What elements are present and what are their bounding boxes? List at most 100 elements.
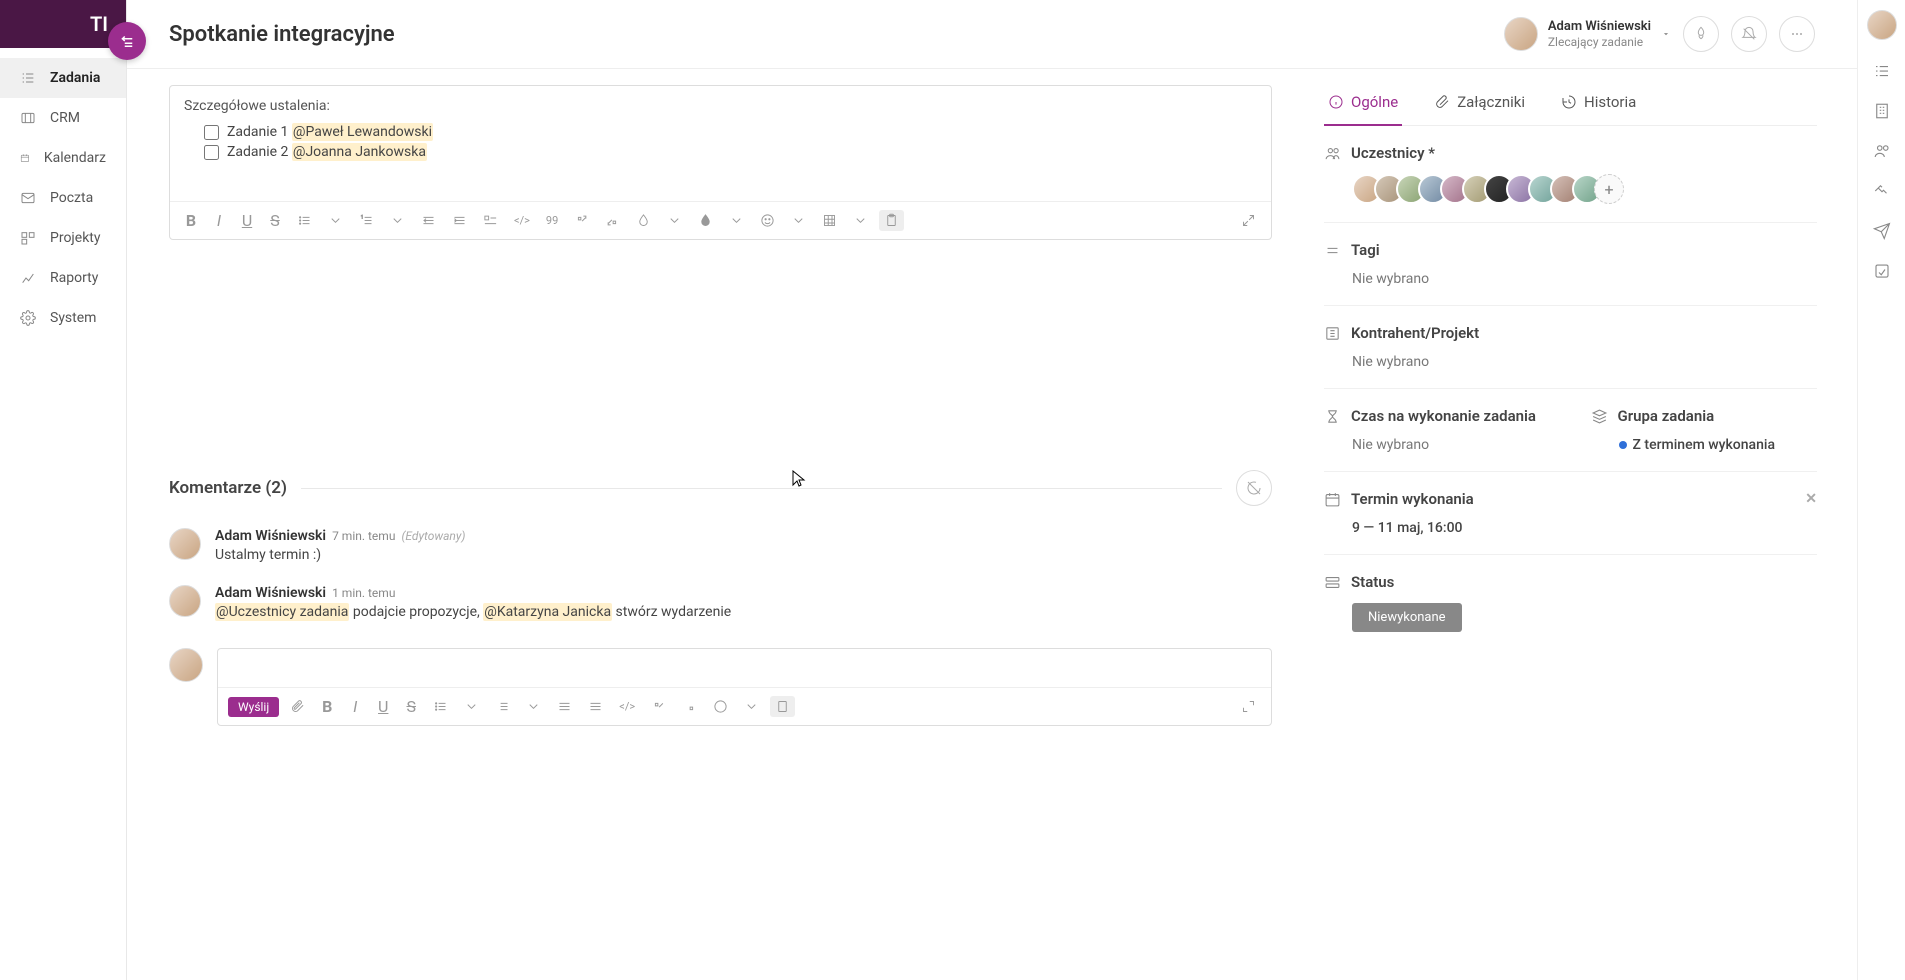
add-participant-button[interactable]: +: [1594, 174, 1624, 204]
participants-section: Uczestnicy * +: [1324, 126, 1817, 223]
expand-button[interactable]: [1236, 696, 1261, 717]
bell-off-button[interactable]: [1731, 16, 1767, 52]
user-avatar: [1504, 17, 1538, 51]
current-user-avatar[interactable]: [1867, 10, 1897, 40]
toggle-comments-button[interactable]: [1236, 470, 1272, 506]
status-badge[interactable]: Niewykonane: [1352, 603, 1462, 632]
tags-section[interactable]: Tagi Nie wybrano: [1324, 223, 1817, 306]
nav-mail[interactable]: Poczta: [0, 178, 126, 218]
bullet-list-button[interactable]: [292, 210, 317, 231]
user-dropdown[interactable]: Adam Wiśniewski Zlecający zadanie: [1504, 17, 1671, 51]
handshake-icon[interactable]: [1873, 182, 1891, 200]
editor-label: Szczegółowe ustalenia:: [184, 98, 1257, 114]
chevron-down-icon[interactable]: [521, 696, 546, 717]
mention[interactable]: @Paweł Lewandowski: [292, 123, 433, 141]
group-section[interactable]: Grupa zadania Z terminem wykonania: [1591, 407, 1818, 453]
task-checkbox[interactable]: [204, 145, 219, 160]
clipboard-button[interactable]: [879, 210, 904, 231]
building-icon[interactable]: [1873, 102, 1891, 120]
nav-tasks[interactable]: Zadania: [0, 58, 126, 98]
nav-calendar[interactable]: Kalendarz: [0, 138, 126, 178]
chevron-down-icon[interactable]: [739, 696, 764, 717]
chevron-down-icon[interactable]: [724, 210, 749, 231]
bullet-list-button[interactable]: [428, 696, 453, 717]
chevron-down-icon[interactable]: [786, 210, 811, 231]
mention[interactable]: @Uczestnicy zadania: [215, 603, 349, 621]
checklist-button[interactable]: [478, 210, 503, 231]
highlight-button[interactable]: [693, 210, 718, 231]
ordered-list-button[interactable]: 1: [354, 210, 379, 231]
chevron-down-icon[interactable]: [323, 210, 348, 231]
nav-reports[interactable]: Raporty: [0, 258, 126, 298]
code-button[interactable]: </>: [614, 697, 640, 716]
tasks-icon[interactable]: [1873, 62, 1891, 80]
attach-button[interactable]: [285, 696, 310, 717]
comment-item: Adam Wiśniewski 1 min. temu @Uczestnicy …: [169, 585, 1272, 620]
indent-button[interactable]: [583, 696, 608, 717]
contractor-section[interactable]: Kontrahent/Projekt Nie wybrano: [1324, 306, 1817, 389]
comment-editor[interactable]: Wyślij B I U S </>: [217, 648, 1272, 726]
current-user-avatar: [169, 648, 203, 682]
strike-button[interactable]: S: [264, 208, 286, 233]
underline-button[interactable]: U: [236, 208, 258, 233]
comments-title: Komentarze (2): [169, 478, 287, 498]
color-button[interactable]: [631, 210, 656, 231]
chevron-down-icon[interactable]: [459, 696, 484, 717]
status-section[interactable]: Status Niewykonane: [1324, 555, 1817, 650]
outdent-button[interactable]: [416, 210, 441, 231]
expand-button[interactable]: [1236, 210, 1261, 231]
participants-avatars[interactable]: +: [1324, 174, 1817, 204]
mention[interactable]: @Joanna Jankowska: [292, 143, 427, 161]
more-button[interactable]: [1779, 16, 1815, 52]
emoji-button[interactable]: [755, 210, 780, 231]
unlink-button[interactable]: [600, 210, 625, 231]
table-button[interactable]: [817, 210, 842, 231]
send-icon[interactable]: [1873, 222, 1891, 240]
outdent-button[interactable]: [552, 696, 577, 717]
nav-projects[interactable]: Projekty: [0, 218, 126, 258]
tab-attachments[interactable]: Załączniki: [1430, 85, 1529, 125]
chevron-down-icon[interactable]: [385, 210, 410, 231]
bold-button[interactable]: B: [180, 208, 202, 233]
note-icon[interactable]: [1873, 262, 1891, 280]
chevron-down-icon[interactable]: [848, 210, 873, 231]
task-checkbox[interactable]: [204, 125, 219, 140]
clear-deadline-button[interactable]: ✕: [1805, 491, 1817, 507]
emoji-button[interactable]: [708, 696, 733, 717]
link-button[interactable]: [646, 696, 671, 717]
link-button[interactable]: [569, 210, 594, 231]
underline-button[interactable]: U: [372, 694, 394, 719]
deadline-section[interactable]: Termin wykonania✕ 9 — 11 maj, 16:00: [1324, 472, 1817, 555]
comment-avatar: [169, 585, 201, 617]
code-button[interactable]: </>: [509, 211, 535, 230]
comment-item: Adam Wiśniewski 7 min. temu (Edytowany) …: [169, 528, 1272, 563]
svg-text:1: 1: [361, 216, 363, 221]
unlink-button[interactable]: [677, 696, 702, 717]
description-editor[interactable]: Szczegółowe ustalenia: Zadanie 1 @Paweł …: [169, 85, 1272, 240]
ordered-list-button[interactable]: [490, 696, 515, 717]
tab-history[interactable]: Historia: [1557, 85, 1640, 125]
details-panel: Ogólne Załączniki Historia Uczestnicy * …: [1302, 69, 1857, 980]
strike-button[interactable]: S: [400, 694, 422, 719]
right-rail: [1857, 0, 1905, 980]
clipboard-button[interactable]: [770, 696, 795, 717]
nav-crm[interactable]: CRM: [0, 98, 126, 138]
main-sidebar: TI Zadania CRM Kalendarz Poczta Projekty…: [0, 0, 127, 980]
italic-button[interactable]: I: [344, 694, 366, 719]
comment-avatar: [169, 528, 201, 560]
tab-general[interactable]: Ogólne: [1324, 85, 1402, 125]
chevron-down-icon: [1661, 29, 1671, 39]
bold-button[interactable]: B: [316, 694, 338, 719]
mention[interactable]: @Katarzyna Janicka: [483, 603, 612, 621]
send-button[interactable]: Wyślij: [228, 697, 279, 717]
chevron-down-icon[interactable]: [662, 210, 687, 231]
time-section[interactable]: Czas na wykonanie zadania Nie wybrano: [1324, 407, 1551, 453]
collapse-fab-button[interactable]: [108, 22, 146, 60]
italic-button[interactable]: I: [208, 208, 230, 233]
fire-button[interactable]: [1683, 16, 1719, 52]
nav-system[interactable]: System: [0, 298, 126, 338]
quote-button[interactable]: 99: [541, 211, 563, 230]
people-icon[interactable]: [1873, 142, 1891, 160]
indent-button[interactable]: [447, 210, 472, 231]
page-title: Spotkanie integracyjne: [169, 22, 395, 47]
